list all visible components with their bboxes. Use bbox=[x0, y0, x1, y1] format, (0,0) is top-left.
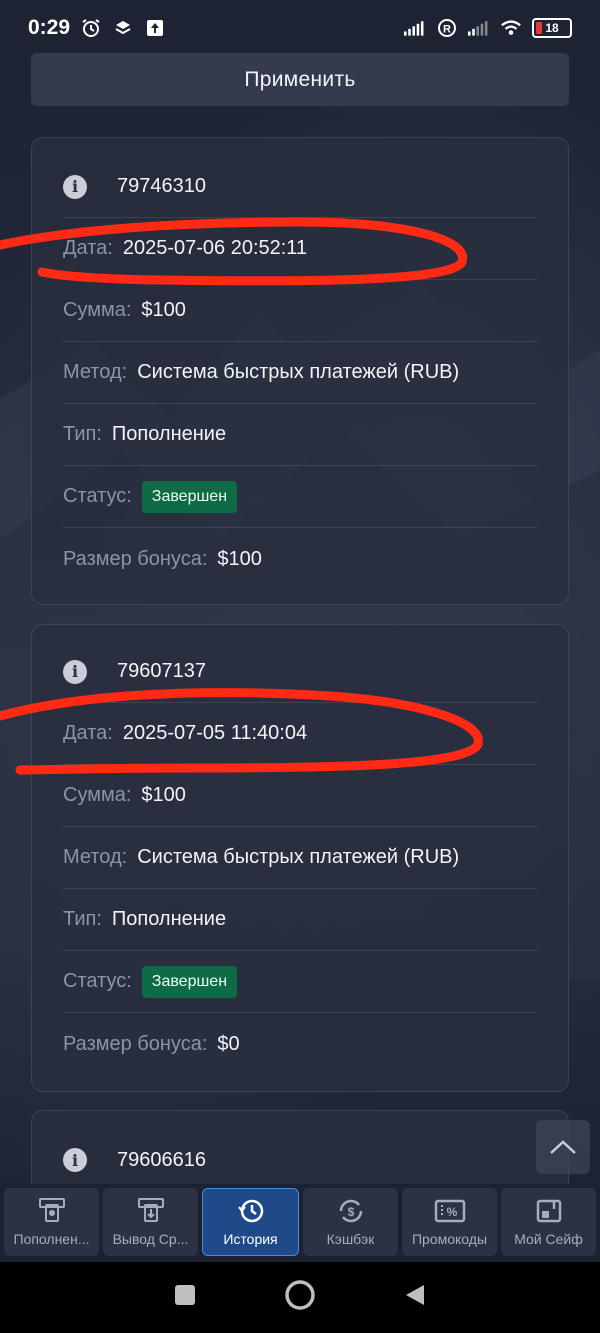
method-label: Метод: bbox=[63, 846, 128, 868]
tab-promo[interactable]: % Промокоды bbox=[402, 1188, 497, 1256]
bonus-row: Размер бонуса: $100 bbox=[63, 528, 537, 590]
amount-value: $100 bbox=[141, 784, 186, 806]
transaction-id: 79606616 bbox=[117, 1148, 206, 1171]
date-label: Дата: bbox=[63, 722, 113, 744]
home-button[interactable] bbox=[284, 1279, 316, 1316]
date-label: Дата: bbox=[63, 237, 113, 259]
tab-label: Промокоды bbox=[411, 1231, 488, 1247]
status-row: Статус: Завершен bbox=[63, 466, 537, 528]
method-value: Система быстрых платежей (RUB) bbox=[137, 361, 460, 383]
transaction-id-row: i 79607137 bbox=[63, 641, 537, 703]
bonus-label: Размер бонуса: bbox=[63, 547, 208, 570]
amount-label: Сумма: bbox=[63, 299, 132, 321]
upload-icon bbox=[144, 17, 166, 39]
transaction-id-row: i 79746310 bbox=[63, 156, 537, 218]
type-value: Пополнение bbox=[111, 908, 227, 930]
info-icon[interactable]: i bbox=[63, 174, 87, 199]
amount-row: Сумма: $100 bbox=[63, 765, 537, 827]
registered-icon: R bbox=[436, 17, 458, 39]
transaction-card: i 79746310 Дата: 2025-07-06 20:52:11 Сум… bbox=[31, 137, 569, 605]
deposit-icon bbox=[38, 1198, 65, 1222]
tab-label: История bbox=[223, 1231, 278, 1247]
amount-label: Сумма: bbox=[63, 784, 132, 806]
recents-button[interactable] bbox=[174, 1284, 196, 1311]
battery-level: 18 bbox=[545, 21, 559, 35]
svg-text:%: % bbox=[446, 1205, 457, 1219]
tab-withdraw[interactable]: Вывод Ср... bbox=[103, 1188, 198, 1256]
status-label: Статус: bbox=[63, 485, 132, 507]
tab-label: Вывод Ср... bbox=[112, 1231, 189, 1247]
status-bar: 0:29 R 18 bbox=[0, 0, 600, 56]
tab-label: Пополнен... bbox=[13, 1231, 90, 1247]
back-button[interactable] bbox=[404, 1283, 426, 1312]
alarm-icon bbox=[80, 17, 102, 39]
status-time: 0:29 bbox=[28, 16, 71, 39]
amount-row: Сумма: $100 bbox=[63, 280, 537, 342]
signal-icon-2 bbox=[468, 17, 490, 39]
tab-label: Мой Сейф bbox=[514, 1231, 583, 1247]
bonus-label: Размер бонуса: bbox=[63, 1032, 208, 1055]
promo-icon: % bbox=[434, 1199, 465, 1223]
signal-icon bbox=[404, 17, 426, 39]
date-value: 2025-07-06 20:52:11 bbox=[122, 237, 308, 259]
date-row: Дата: 2025-07-06 20:52:11 bbox=[63, 218, 537, 280]
svg-text:R: R bbox=[443, 24, 451, 36]
cashback-icon: $ bbox=[339, 1199, 362, 1223]
square-icon bbox=[175, 1285, 195, 1305]
transaction-id: 79746310 bbox=[117, 175, 206, 197]
type-label: Тип: bbox=[63, 423, 102, 445]
bonus-value: $100 bbox=[217, 547, 262, 570]
method-row: Метод: Система быстрых платежей (RUB) bbox=[63, 827, 537, 889]
type-row: Тип: Пополнение bbox=[63, 404, 537, 466]
info-icon[interactable]: i bbox=[63, 659, 87, 684]
tab-history[interactable]: История bbox=[202, 1188, 299, 1256]
layers-icon bbox=[112, 17, 134, 39]
type-row: Тип: Пополнение bbox=[63, 889, 537, 951]
svg-text:$: $ bbox=[347, 1205, 354, 1219]
transaction-id: 79607137 bbox=[117, 660, 206, 682]
transaction-id-row: i 79606616 bbox=[63, 1129, 537, 1191]
chevron-up-icon bbox=[550, 1140, 576, 1154]
tab-deposit[interactable]: Пополнен... bbox=[4, 1188, 99, 1256]
bottom-tab-bar: Пополнен... Вывод Ср... История $ Кэшбэк… bbox=[0, 1184, 600, 1262]
withdraw-icon bbox=[137, 1198, 164, 1222]
method-label: Метод: bbox=[63, 361, 128, 383]
date-value: 2025-07-05 11:40:04 bbox=[122, 722, 308, 744]
status-badge: Завершен bbox=[141, 965, 238, 998]
tab-safe[interactable]: Мой Сейф bbox=[501, 1188, 596, 1256]
bonus-value: $0 bbox=[217, 1032, 240, 1055]
history-icon bbox=[237, 1199, 263, 1223]
method-row: Метод: Система быстрых платежей (RUB) bbox=[63, 342, 537, 404]
apply-button[interactable]: Применить bbox=[31, 53, 569, 106]
bonus-row: Размер бонуса: $0 bbox=[63, 1013, 537, 1075]
wifi-icon bbox=[500, 17, 522, 39]
battery-icon: 18 bbox=[532, 18, 572, 38]
info-icon[interactable]: i bbox=[63, 1148, 87, 1172]
type-value: Пополнение bbox=[111, 423, 227, 445]
tab-label: Кэшбэк bbox=[326, 1231, 375, 1247]
type-label: Тип: bbox=[63, 908, 102, 930]
scroll-to-top-button[interactable] bbox=[536, 1120, 590, 1174]
date-row: Дата: 2025-07-05 11:40:04 bbox=[63, 703, 537, 765]
amount-value: $100 bbox=[141, 299, 186, 321]
system-nav-bar bbox=[0, 1262, 600, 1333]
status-badge: Завершен bbox=[141, 480, 238, 513]
status-label: Статус: bbox=[63, 970, 132, 992]
safe-icon bbox=[536, 1199, 561, 1223]
method-value: Система быстрых платежей (RUB) bbox=[137, 846, 460, 868]
tab-cashback[interactable]: $ Кэшбэк bbox=[303, 1188, 398, 1256]
back-triangle-icon bbox=[406, 1285, 424, 1305]
status-row: Статус: Завершен bbox=[63, 951, 537, 1013]
circle-icon bbox=[285, 1280, 315, 1310]
transaction-card: i 79607137 Дата: 2025-07-05 11:40:04 Сум… bbox=[31, 624, 569, 1092]
